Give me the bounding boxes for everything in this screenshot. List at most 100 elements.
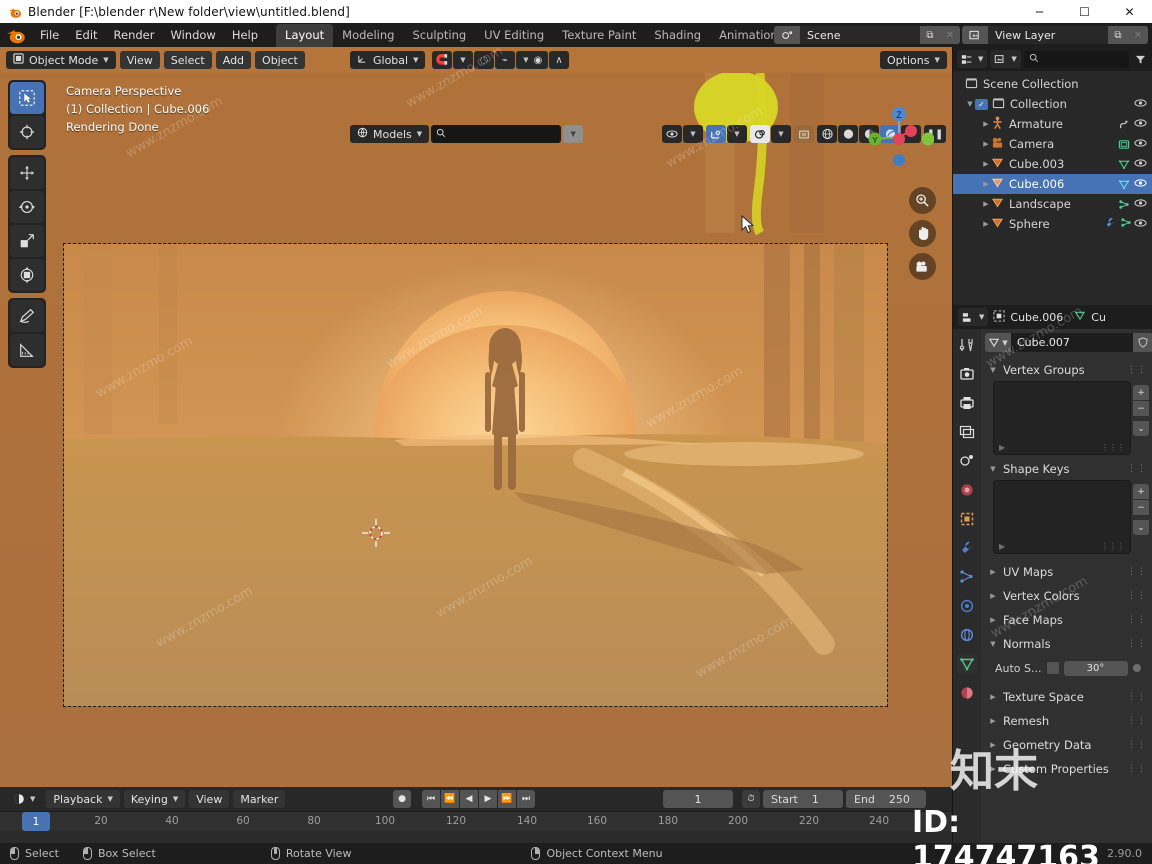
- playhead[interactable]: 1: [22, 812, 50, 831]
- modifier-icon[interactable]: [1118, 199, 1130, 210]
- xray-toggle-icon[interactable]: [794, 125, 814, 143]
- view-layer-icon[interactable]: [962, 26, 988, 44]
- tweak-select-tool[interactable]: [10, 82, 44, 114]
- outliner-editor[interactable]: ▼ ▼ Scene Collection ▼ ✓ Collection ▶ Ar…: [952, 47, 1152, 305]
- camera-view-button[interactable]: [909, 253, 936, 280]
- scene-datablock[interactable]: Scene ⧉ ✕: [774, 26, 960, 44]
- menu-edit[interactable]: Edit: [67, 25, 105, 45]
- animate-property-dot[interactable]: [1132, 664, 1141, 672]
- panel-shape-keys[interactable]: ▼ Shape Keys ⋮⋮: [985, 459, 1152, 478]
- panel-remesh[interactable]: ▶ Remesh ⋮⋮: [985, 711, 1152, 730]
- rotate-tool[interactable]: [10, 191, 44, 223]
- wireframe-shading-icon[interactable]: [817, 125, 837, 143]
- hide-in-viewport-icon[interactable]: [1134, 158, 1147, 171]
- outliner-row-camera[interactable]: ▶ Camera: [953, 134, 1152, 154]
- armature-data-icon[interactable]: [1118, 119, 1130, 130]
- next-keyframe-button[interactable]: ⏩: [498, 790, 516, 808]
- vertex-groups-list[interactable]: ▶ ⋮⋮⋮: [993, 381, 1131, 455]
- scale-tool[interactable]: [10, 225, 44, 257]
- object-visibility-icon[interactable]: [662, 125, 682, 143]
- view-layer-tab[interactable]: [957, 422, 977, 442]
- play-reverse-button[interactable]: ◀: [460, 790, 478, 808]
- minimize-button[interactable]: ─: [1017, 0, 1062, 23]
- measure-tool[interactable]: [10, 334, 44, 366]
- jump-to-start-button[interactable]: ⏮: [422, 790, 440, 808]
- menu-render[interactable]: Render: [106, 25, 163, 45]
- outliner-row-collection[interactable]: ▼ ✓ Collection: [953, 94, 1152, 114]
- auto-smooth-checkbox[interactable]: [1046, 662, 1059, 674]
- scene-tab[interactable]: [957, 451, 977, 471]
- show-overlays-icon[interactable]: [750, 125, 770, 143]
- outliner-row-sphere[interactable]: ▶ Sphere: [953, 214, 1152, 234]
- outliner-display-mode-button[interactable]: ▼: [990, 50, 1021, 68]
- hide-in-viewport-icon[interactable]: [1134, 98, 1147, 111]
- hide-in-viewport-icon[interactable]: [1134, 138, 1147, 151]
- remove-vertex-group-button[interactable]: −: [1133, 401, 1149, 416]
- hide-in-viewport-icon[interactable]: [1134, 178, 1147, 191]
- add-shape-key-button[interactable]: +: [1133, 484, 1149, 499]
- panel-face-maps[interactable]: ▶ Face Maps ⋮⋮: [985, 610, 1152, 629]
- wrench-icon[interactable]: [1104, 217, 1116, 231]
- mesh-datablock-name[interactable]: Cube.007: [1011, 333, 1133, 352]
- disclosure-triangle-icon[interactable]: ▶: [981, 220, 991, 228]
- timeline-ruler[interactable]: 1 20 40 60 80 100 120 140 160 180 200 22…: [0, 811, 952, 831]
- view-layer-datablock[interactable]: View Layer ⧉ ✕: [962, 26, 1148, 44]
- outliner-row-scene-collection[interactable]: Scene Collection: [953, 74, 1152, 94]
- timeline-editor[interactable]: ▼ Playback ▼ Keying ▼ View Marker ● ⏮ ⏪ …: [0, 787, 952, 843]
- hide-in-viewport-icon[interactable]: [1134, 198, 1147, 211]
- tab-layout[interactable]: Layout: [276, 23, 334, 47]
- shield-fake-user-icon[interactable]: [1133, 333, 1152, 352]
- tab-modeling[interactable]: Modeling: [333, 24, 403, 47]
- blender-menu-icon[interactable]: [6, 25, 26, 45]
- unlink-scene-button[interactable]: ✕: [940, 26, 960, 44]
- collection-filter-dropdown[interactable]: Models ▼: [350, 125, 430, 143]
- material-tab[interactable]: [957, 683, 977, 703]
- zoom-button[interactable]: [909, 187, 936, 214]
- list-expand-icon[interactable]: ▶: [999, 443, 1005, 452]
- list-expand-icon[interactable]: ▶: [999, 542, 1005, 551]
- outliner-filter-icon[interactable]: [1132, 54, 1148, 65]
- world-tab[interactable]: [957, 480, 977, 500]
- camera-data-icon[interactable]: [1118, 139, 1130, 150]
- scene-icon[interactable]: [774, 26, 800, 44]
- solid-shading-icon[interactable]: [838, 125, 858, 143]
- output-tab[interactable]: [957, 393, 977, 413]
- panel-uv-maps[interactable]: ▶ UV Maps ⋮⋮: [985, 562, 1152, 581]
- modifier-icon[interactable]: [1120, 217, 1132, 231]
- jump-to-end-button[interactable]: ⏭: [517, 790, 535, 808]
- tool-tab[interactable]: [957, 335, 977, 355]
- play-button[interactable]: ▶: [479, 790, 497, 808]
- physics-tab[interactable]: [957, 596, 977, 616]
- disclosure-triangle-icon[interactable]: ▼: [988, 640, 998, 648]
- modifier-tab[interactable]: [957, 538, 977, 558]
- move-tool[interactable]: [10, 157, 44, 189]
- disclosure-triangle-icon[interactable]: ▶: [988, 693, 998, 701]
- disclosure-triangle-icon[interactable]: ▶: [988, 717, 998, 725]
- remove-view-layer-button[interactable]: ✕: [1128, 26, 1148, 44]
- overlay-chevron-icon[interactable]: ▼: [771, 125, 791, 143]
- transform-tool[interactable]: [10, 259, 44, 291]
- 3d-viewport[interactable]: Object Mode ▼ View Select Add Object Glo…: [0, 47, 952, 787]
- panel-vertex-groups[interactable]: ▼ Vertex Groups ⋮⋮: [985, 360, 1152, 379]
- outliner-editor-type-button[interactable]: ▼: [957, 50, 988, 68]
- maximize-button[interactable]: ☐: [1062, 0, 1107, 23]
- breadcrumb-data-name[interactable]: Cu: [1091, 311, 1106, 324]
- mesh-datablock-field[interactable]: ▼ Cube.007: [985, 333, 1152, 352]
- timeline-editor-type-button[interactable]: ▼: [6, 790, 43, 808]
- show-gizmo-icon[interactable]: [706, 125, 726, 143]
- timeline-menu-marker[interactable]: Marker: [233, 790, 286, 808]
- properties-editor-type-button[interactable]: ▼: [958, 308, 989, 326]
- close-button[interactable]: ✕: [1107, 0, 1152, 23]
- vertex-group-menu-button[interactable]: ⌄: [1133, 421, 1149, 436]
- object-tab[interactable]: [957, 509, 977, 529]
- tab-shading[interactable]: Shading: [645, 24, 710, 47]
- disclosure-triangle-icon[interactable]: ▶: [988, 616, 998, 624]
- mesh-data-icon[interactable]: ▼: [985, 333, 1011, 352]
- new-scene-button[interactable]: ⧉: [920, 26, 940, 44]
- shape-keys-list[interactable]: ▶ ⋮⋮⋮: [993, 480, 1131, 554]
- auto-smooth-angle-field[interactable]: 30°: [1063, 660, 1128, 676]
- prev-keyframe-button[interactable]: ⏪: [441, 790, 459, 808]
- mesh-data-icon[interactable]: [1118, 159, 1130, 170]
- mesh-data-icon[interactable]: [1118, 179, 1130, 190]
- gizmo-chevron-icon[interactable]: ▼: [727, 125, 747, 143]
